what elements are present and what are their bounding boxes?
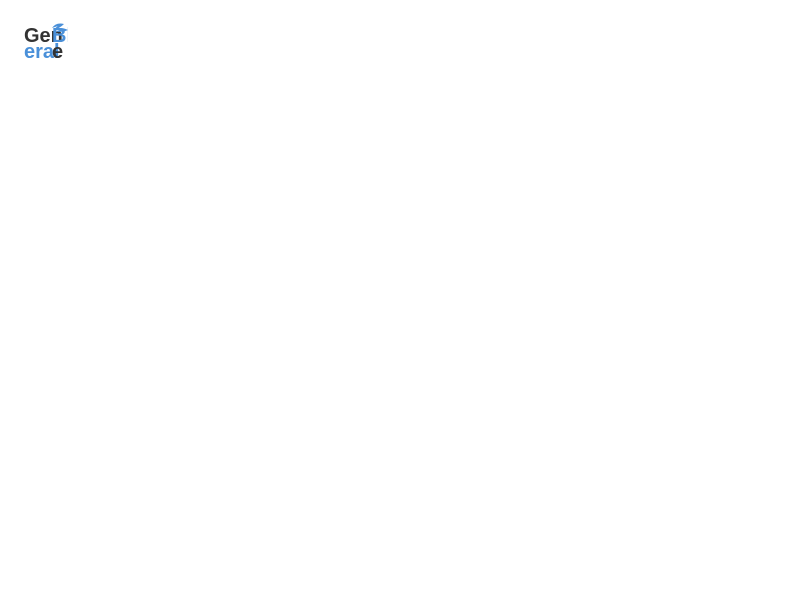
calendar-table: [24, 70, 768, 596]
page: Gen eral Blu e: [0, 0, 792, 612]
logo-icon: Gen eral Blu e: [24, 20, 68, 60]
header: Gen eral Blu e: [24, 20, 768, 60]
svg-text:e: e: [52, 41, 63, 60]
logo: Gen eral Blu e: [24, 20, 68, 60]
